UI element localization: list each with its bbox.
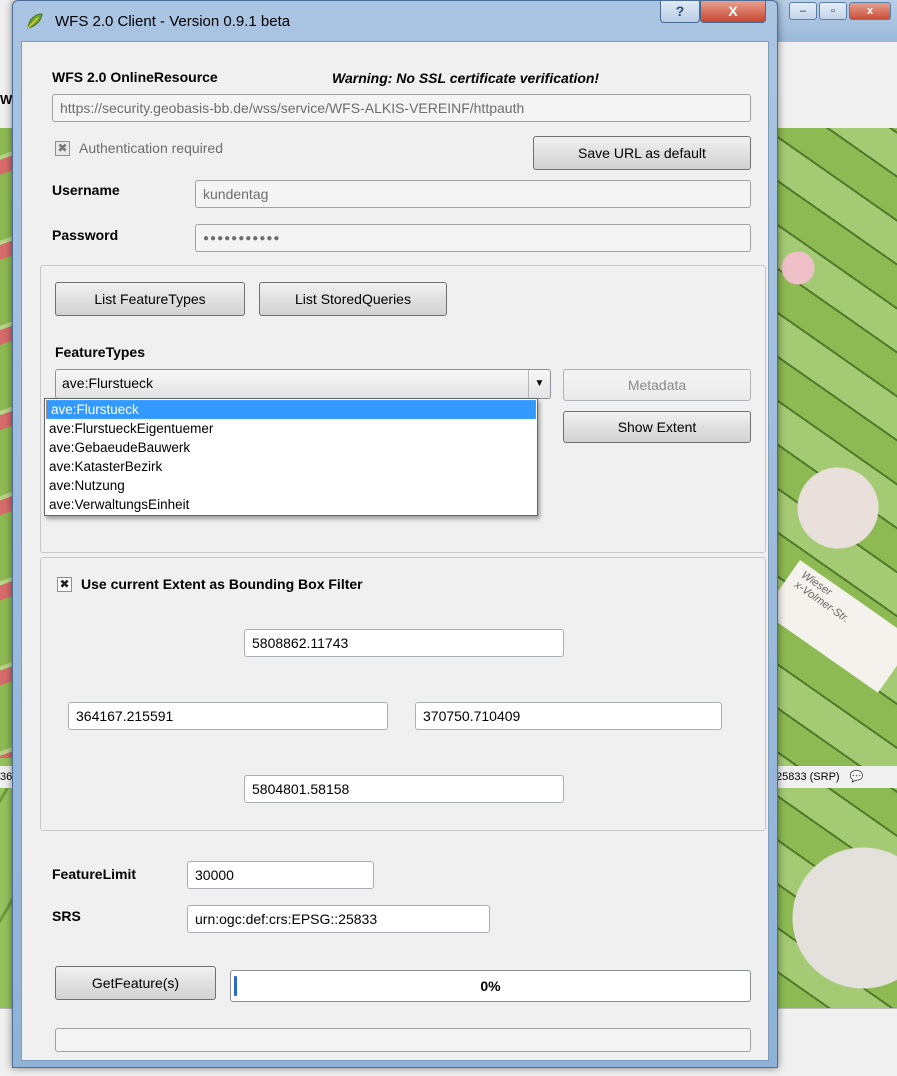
status-message-field xyxy=(55,1028,751,1052)
feature-types-dropdown-list: ave:Flurstueck ave:FlurstueckEigentuemer a… xyxy=(44,398,538,516)
map-canvas-right[interactable] xyxy=(768,128,897,1008)
progress-percent: 0% xyxy=(480,978,501,994)
srs-label: SRS xyxy=(52,908,81,924)
feature-type-option[interactable]: ave:VerwaltungsEinheit xyxy=(45,495,537,514)
chevron-down-icon[interactable]: ▼ xyxy=(528,370,550,398)
background-restore-button[interactable]: ▫ xyxy=(819,2,847,20)
bbox-west-field[interactable]: 364167.215591 xyxy=(68,702,388,730)
feature-type-option[interactable]: ave:FlurstueckEigentuemer xyxy=(45,419,537,438)
save-url-default-button[interactable]: Save URL as default xyxy=(533,136,751,170)
username-field[interactable]: kundentag xyxy=(195,180,751,208)
username-label: Username xyxy=(52,182,120,198)
show-extent-button[interactable]: Show Extent xyxy=(563,411,751,443)
feature-type-option[interactable]: ave:KatasterBezirk xyxy=(45,457,537,476)
feature-type-option[interactable]: ave:GebaeudeBauwerk xyxy=(45,438,537,457)
metadata-button[interactable]: Metadata xyxy=(563,369,751,401)
close-button[interactable]: X xyxy=(700,1,766,23)
background-close-button[interactable]: x xyxy=(849,2,891,20)
qgis-leaf-icon xyxy=(27,13,43,29)
feature-types-selected: ave:Flurstueck xyxy=(62,375,154,391)
bbox-filter-checkbox[interactable]: ✖ xyxy=(57,577,72,592)
background-status-crs[interactable]: 25833 (SRP) 💬 xyxy=(770,766,897,788)
feature-type-option[interactable]: ave:Flurstueck xyxy=(46,400,536,419)
password-label: Password xyxy=(52,227,119,243)
authentication-label: Authentication required xyxy=(79,140,223,156)
online-resource-url-field[interactable]: https://security.geobasis-bb.de/wss/serv… xyxy=(52,94,751,122)
help-button[interactable]: ? xyxy=(660,1,700,23)
background-titlebar: – ▫ x xyxy=(768,0,897,42)
dialog-titlebar[interactable]: WFS 2.0 Client - Version 0.9.1 beta ? X xyxy=(13,1,777,41)
list-feature-types-button[interactable]: List FeatureTypes xyxy=(55,282,245,316)
wfs-client-dialog: WFS 2.0 Client - Version 0.9.1 beta ? X … xyxy=(12,0,778,1068)
feature-types-combo[interactable]: ave:Flurstueck ▼ xyxy=(55,369,551,399)
progress-fill xyxy=(234,976,237,996)
bbox-north-field[interactable]: 5808862.11743 xyxy=(244,629,564,657)
ssl-warning: Warning: No SSL certificate verification… xyxy=(332,70,600,86)
feature-types-label: FeatureTypes xyxy=(55,344,145,360)
list-stored-queries-button[interactable]: List StoredQueries xyxy=(259,282,447,316)
feature-limit-label: FeatureLimit xyxy=(52,866,137,882)
online-resource-label: WFS 2.0 OnlineResource xyxy=(52,69,218,85)
dialog-client-area: WFS 2.0 OnlineResource Warning: No SSL c… xyxy=(21,41,769,1061)
download-progress-bar: 0% xyxy=(230,970,751,1002)
crs-status-text[interactable]: 25833 (SRP) xyxy=(776,766,840,788)
authentication-checkbox[interactable]: ✖ xyxy=(55,141,70,156)
bbox-east-field[interactable]: 370750.710409 xyxy=(415,702,722,730)
get-features-button[interactable]: GetFeature(s) xyxy=(55,966,216,1000)
feature-limit-field[interactable]: 30000 xyxy=(187,861,374,889)
background-minimize-button[interactable]: – xyxy=(789,2,817,20)
bbox-south-field[interactable]: 5804801.58158 xyxy=(244,775,564,803)
dialog-title: WFS 2.0 Client - Version 0.9.1 beta xyxy=(55,13,291,30)
messages-icon[interactable]: 💬 xyxy=(850,766,864,788)
feature-type-option[interactable]: ave:Nutzung xyxy=(45,476,537,495)
bbox-filter-label: Use current Extent as Bounding Box Filte… xyxy=(81,576,363,592)
password-field[interactable]: ●●●●●●●●●●● xyxy=(195,224,751,252)
srs-field[interactable]: urn:ogc:def:crs:EPSG::25833 xyxy=(187,905,490,933)
